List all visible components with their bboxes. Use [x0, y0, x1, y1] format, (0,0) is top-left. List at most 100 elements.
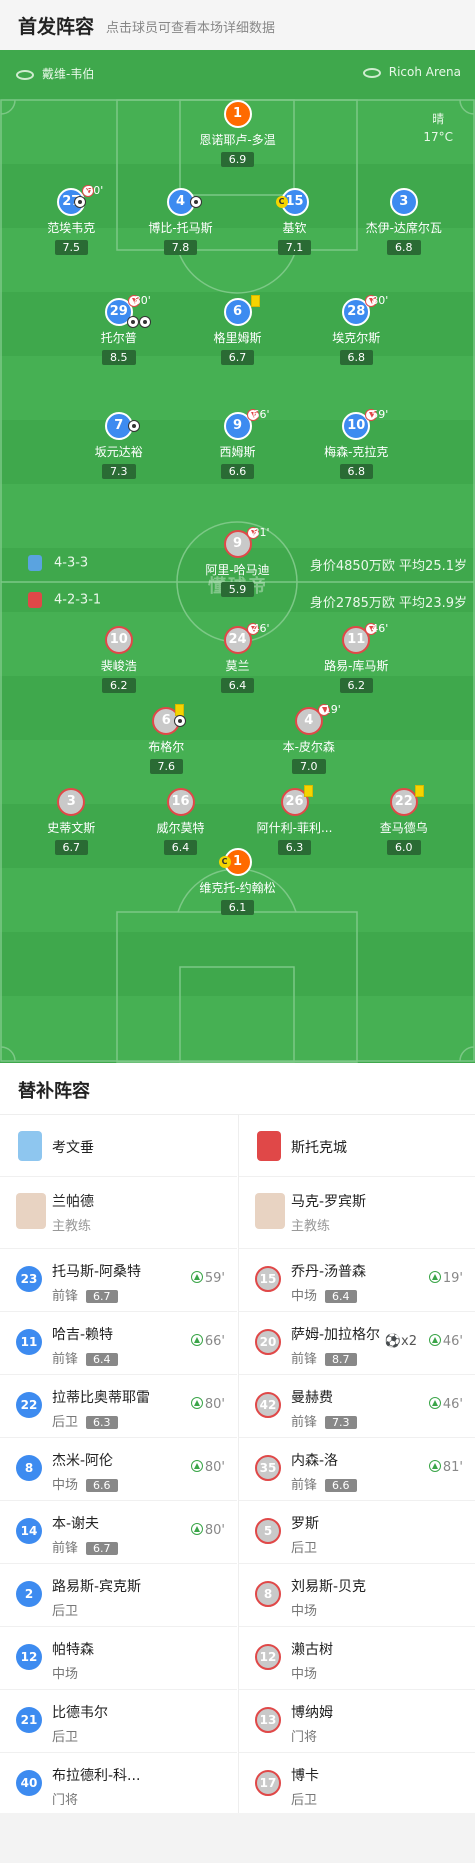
sub-row[interactable]: 21 比德韦尔 后卫 [0, 1690, 237, 1753]
player-rating: 6.8 [339, 350, 373, 365]
player-name: 基钦 [282, 221, 307, 235]
home-player[interactable]: 15 C 基钦 7.1 [240, 188, 350, 255]
player-name: 维克托-约翰松 [199, 881, 276, 895]
sub-position: 门将 [52, 1793, 79, 1808]
yellow-card-icon [250, 295, 260, 307]
player-rating: 7.0 [292, 759, 326, 774]
player-number: 1 [223, 100, 252, 128]
sub-name: 濑古树 [291, 1642, 333, 1658]
away-player[interactable]: 24 46' 莫兰 6.4 [183, 622, 293, 693]
home-sub-list: 23 托马斯-阿桑特 前锋 6.7 59' 11 哈吉-赖特 前锋 6.4 66' 22 拉蒂比奥蒂耶… [0, 1249, 237, 1816]
sub-row[interactable]: 13 博纳姆 门将 [239, 1690, 475, 1753]
player-name: 杰伊-达席尔瓦 [365, 221, 442, 235]
away-player[interactable]: 1 C 维克托-约翰松 6.1 [183, 848, 293, 915]
away-coach-row[interactable]: 马克-罗宾斯 主教练 [239, 1177, 475, 1249]
home-player[interactable]: 10 59' 梅森-克拉克 6.8 [301, 408, 411, 479]
sub-row[interactable]: 23 托马斯-阿桑特 前锋 6.7 59' [0, 1249, 237, 1312]
home-coach-row[interactable]: 兰帕德 主教练 [0, 1177, 237, 1249]
player-name: 史蒂文斯 [47, 821, 96, 835]
away-player[interactable]: 11 46' 路易-库马斯 6.2 [301, 622, 411, 693]
sub-row[interactable]: 22 拉蒂比奥蒂耶雷 后卫 6.3 80' [0, 1375, 237, 1438]
sub-row[interactable]: 11 哈吉-赖特 前锋 6.4 66' [0, 1312, 237, 1375]
sub-name: 乔丹-汤普森 [291, 1264, 367, 1280]
away-player[interactable]: 26 阿什利-菲利... 6.3 [240, 785, 350, 855]
home-player[interactable]: 3 杰伊-达席尔瓦 6.8 [349, 188, 459, 255]
home-worth: 身价4850万欧 平均25.1岁 [309, 559, 467, 574]
sub-in-minute: 46' [428, 1397, 463, 1412]
away-player[interactable]: 22 查马德乌 6.0 [349, 785, 459, 855]
away-player[interactable]: 10 裴峻浩 6.2 [64, 626, 174, 693]
player-number: 16 [166, 788, 195, 816]
coach-avatar [255, 1193, 285, 1229]
sub-row[interactable]: 20 萨姆-加拉格尔 前锋 8.7 ⚽x2 46' [239, 1312, 475, 1375]
home-player[interactable]: 4 博比-托马斯 7.8 [126, 188, 236, 255]
player-name: 博比-托马斯 [148, 221, 213, 235]
player-name: 查马德乌 [379, 821, 428, 835]
sub-name: 哈吉-赖特 [52, 1327, 114, 1343]
home-player[interactable]: 28 80' 埃克尔斯 6.8 [301, 294, 411, 365]
sub-in-minute: 59' [190, 1271, 225, 1286]
away-coach-name: 马克-罗宾斯 [291, 1194, 367, 1210]
away-player[interactable]: 3 史蒂文斯 6.7 [16, 788, 126, 855]
player-name: 埃克尔斯 [332, 331, 381, 345]
home-player[interactable]: 27 80' 范埃韦克 7.5 [16, 184, 126, 255]
away-player[interactable]: 9 81' 阿里-哈马迪 5.9 [183, 526, 293, 597]
home-formation-text: 4-3-3 [54, 555, 89, 571]
sub-minute: 81' [252, 526, 270, 539]
away-player[interactable]: 4 19' 本-皮尔森 7.0 [254, 703, 364, 774]
player-name: 梅森-克拉克 [324, 445, 389, 459]
sub-row[interactable]: 42 曼赫费 前锋 7.3 46' [239, 1375, 475, 1438]
page-title: 首发阵容 [18, 16, 95, 38]
player-rating: 5.9 [220, 582, 255, 597]
player-rating: 6.4 [220, 678, 255, 693]
sub-rating: 6.3 [86, 1416, 118, 1429]
away-player[interactable]: 16 威尔莫特 6.4 [126, 788, 236, 855]
whistle-icon [16, 69, 34, 80]
sub-row[interactable]: 15 乔丹-汤普森 中场 6.4 19' [239, 1249, 475, 1312]
sub-row[interactable]: 12 濑古树 中场 [239, 1627, 475, 1690]
home-player[interactable]: 29 80' 托尔普 8.5 [64, 294, 174, 365]
goal-ball-icon [138, 316, 151, 328]
player-rating: 6.0 [387, 840, 421, 855]
home-player[interactable]: 1 恩诺耶卢-多温 6.9 [183, 100, 293, 167]
player-rating: 7.5 [54, 240, 88, 255]
sub-in-minute: 66' [190, 1334, 225, 1349]
sub-row[interactable]: 2 路易斯-宾克斯 后卫 [0, 1564, 237, 1627]
home-player[interactable]: 7 坂元达裕 7.3 [64, 412, 174, 479]
referee-label: 戴维-韦伯 [16, 65, 94, 82]
sub-position: 前锋 7.3 [291, 1411, 357, 1430]
sub-position: 前锋 6.7 [52, 1537, 118, 1556]
yellow-card-icon [303, 785, 313, 797]
sub-row[interactable]: 5 罗斯 后卫 [239, 1501, 475, 1564]
player-rating: 6.7 [220, 350, 255, 365]
sub-row[interactable]: 35 内森-洛 前锋 6.6 81' [239, 1438, 475, 1501]
lineup-header: 首发阵容 点击球员可查看本场详细数据 [0, 0, 475, 50]
home-player[interactable]: 9 66' 西姆斯 6.6 [183, 408, 293, 479]
sub-name: 刘易斯-贝克 [291, 1579, 367, 1595]
sub-row[interactable]: 17 博卡 后卫 [239, 1753, 475, 1816]
sub-position: 前锋 6.4 [52, 1348, 118, 1367]
sub-row[interactable]: 14 本-谢夫 前锋 6.7 80' [0, 1501, 237, 1564]
away-sub-list: 15 乔丹-汤普森 中场 6.4 19' 20 萨姆-加拉格尔 前锋 8.7 ⚽x2 46' 42 曼赫… [239, 1249, 475, 1816]
home-team-row[interactable]: 考文垂 [0, 1115, 237, 1177]
away-team-row[interactable]: 斯托克城 [239, 1115, 475, 1177]
home-player[interactable]: 6 格里姆斯 6.7 [183, 295, 293, 365]
player-name: 阿里-哈马迪 [205, 563, 270, 577]
sub-name: 本-谢夫 [52, 1516, 100, 1532]
sub-minute: 19' [323, 703, 341, 716]
player-name: 布格尔 [148, 740, 185, 754]
player-rating: 6.8 [387, 240, 421, 255]
sub-position: 后卫 [52, 1604, 79, 1619]
weather-temp: 17°C [423, 130, 453, 144]
sub-row[interactable]: 8 刘易斯-贝克 中场 [239, 1564, 475, 1627]
sub-row[interactable]: 8 杰米-阿伦 中场 6.6 80' [0, 1438, 237, 1501]
sub-row[interactable]: 12 帕特森 中场 [0, 1627, 237, 1690]
sub-in-minute: 80' [190, 1460, 225, 1475]
sub-in-icon [428, 1397, 441, 1409]
stadium-icon [362, 67, 381, 78]
player-number: 22 [389, 788, 418, 816]
away-player[interactable]: 6 布格尔 7.6 [111, 704, 221, 774]
sub-row[interactable]: 40 布拉德利-科... 门将 [0, 1753, 237, 1816]
coventry-crest-icon [18, 1131, 42, 1161]
player-name: 路易-库马斯 [324, 659, 389, 673]
